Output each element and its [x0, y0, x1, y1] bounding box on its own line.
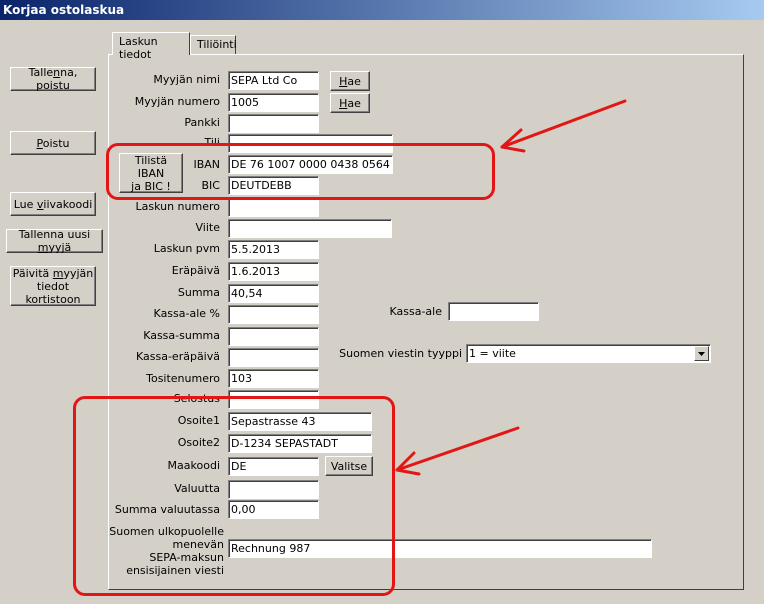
annotation-arrows [395, 99, 627, 476]
annotation-arrow-address [395, 426, 520, 472]
tab-laskun-tiedot[interactable]: Laskun tiedot [112, 32, 190, 61]
annotation-arrow-iban [500, 99, 627, 149]
